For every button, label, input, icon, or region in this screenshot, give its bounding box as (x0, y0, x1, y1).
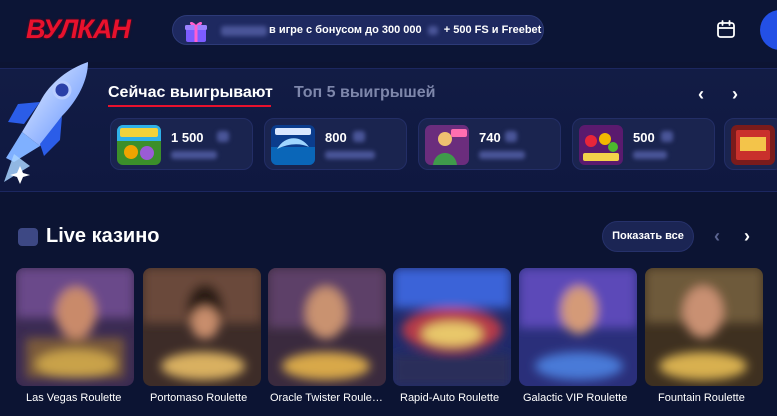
game-name[interactable]: Galactic VIP Roulette (523, 392, 627, 404)
win-amount: 740 (479, 130, 501, 145)
fruit-slot-icon (117, 125, 161, 165)
calendar-icon[interactable] (716, 19, 736, 39)
game-tile[interactable] (16, 268, 134, 386)
promo-suffix-text: + 500 FS и Freebet (443, 24, 542, 36)
live-casino-icon (18, 228, 38, 246)
win-amount: 1 500 (171, 130, 204, 145)
game-name[interactable]: Fountain Roulette (658, 392, 745, 404)
winner-username (325, 151, 375, 159)
game-thumbnail (143, 268, 261, 386)
winner-card[interactable]: 800 (264, 118, 407, 170)
game-tile[interactable] (268, 268, 386, 386)
game-thumbnail (268, 268, 386, 386)
promo-blurred-text (221, 26, 267, 36)
lucky-lady-icon (425, 125, 469, 165)
game-tile[interactable] (143, 268, 261, 386)
gift-icon (185, 21, 207, 42)
slot-game-icon (731, 125, 775, 165)
currency-icon (217, 131, 229, 142)
tab-top-5-wins[interactable]: Топ 5 выигрышей (294, 84, 436, 102)
winner-card[interactable]: 500 (572, 118, 715, 170)
tab-winning-now[interactable]: Сейчас выигрывают (108, 84, 273, 102)
currency-icon (353, 131, 365, 142)
winners-prev-arrow[interactable]: ‹ (698, 84, 704, 105)
logo[interactable]: ВУЛКАН (26, 14, 131, 45)
winner-username (479, 151, 525, 159)
game-thumbnail (393, 268, 511, 386)
account-button[interactable] (760, 10, 777, 50)
active-tab-indicator (108, 105, 271, 107)
game-name[interactable]: Rapid-Auto Roulette (400, 392, 499, 404)
fruits-slot-icon (579, 125, 623, 165)
game-thumbnail (645, 268, 763, 386)
winner-username (633, 151, 667, 159)
header: ВУЛКАН в игре с бонусом до 300 000 + 500… (0, 0, 777, 62)
game-thumbnail (16, 268, 134, 386)
win-amount: 800 (325, 130, 347, 145)
game-tile[interactable] (393, 268, 511, 386)
dolphins-pearl-icon (271, 125, 315, 165)
rocket-icon (4, 62, 88, 184)
game-thumbnail (519, 268, 637, 386)
currency-icon (427, 25, 438, 35)
win-amount: 500 (633, 130, 655, 145)
game-name[interactable]: Las Vegas Roulette (26, 392, 121, 404)
winner-card[interactable] (724, 118, 777, 170)
currency-icon (505, 131, 517, 142)
game-name[interactable]: Portomaso Roulette (150, 392, 247, 404)
live-next-arrow[interactable]: › (744, 226, 750, 247)
promo-text: в игре с бонусом до 300 000 + 500 FS и F… (269, 24, 541, 36)
promo-banner[interactable]: в игре с бонусом до 300 000 + 500 FS и F… (172, 15, 544, 45)
currency-icon (661, 131, 673, 142)
game-tile[interactable] (645, 268, 763, 386)
game-tile[interactable] (519, 268, 637, 386)
promo-main-text: в игре с бонусом до 300 000 (269, 24, 422, 36)
winners-next-arrow[interactable]: › (732, 84, 738, 105)
live-prev-arrow[interactable]: ‹ (714, 226, 720, 247)
section-title: Live казино (46, 225, 160, 247)
game-name[interactable]: Oracle Twister Roule… (270, 392, 383, 404)
winner-card[interactable]: 1 500 (110, 118, 253, 170)
winner-username (171, 151, 217, 159)
winner-card[interactable]: 740 (418, 118, 561, 170)
show-all-button[interactable]: Показать все (602, 221, 694, 252)
